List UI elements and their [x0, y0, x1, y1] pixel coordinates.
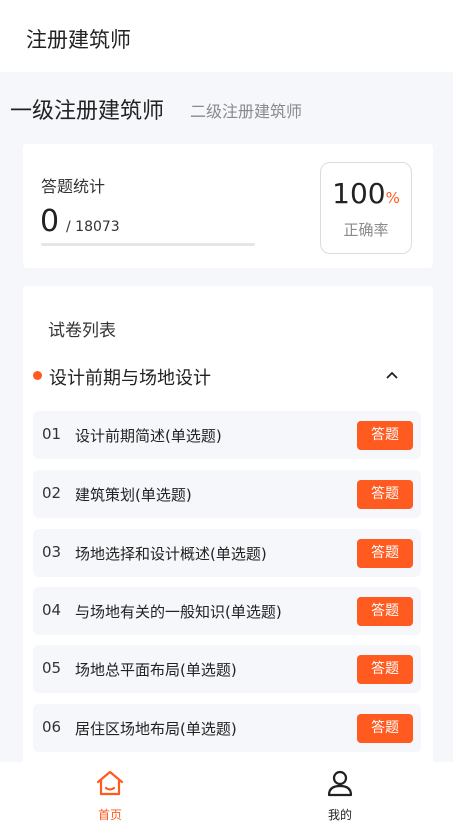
paper-number: 06: [42, 718, 62, 736]
paper-number: 03: [42, 543, 62, 561]
paper-number: 05: [42, 659, 62, 677]
paper-name: 场地总平面布局(单选题): [75, 661, 237, 679]
level-tabs: 一级注册建筑师 二级注册建筑师: [0, 84, 453, 134]
accuracy-number: 100: [332, 177, 386, 210]
paper-number: 02: [42, 484, 62, 502]
paper-number: 04: [42, 601, 62, 619]
paper-item[interactable]: 02 建筑策划(单选题) 答题: [33, 470, 421, 518]
section-header[interactable]: 设计前期与场地设计: [23, 358, 433, 394]
answer-button[interactable]: 答题: [357, 714, 413, 743]
answer-button[interactable]: 答题: [357, 539, 413, 568]
app-frame: 注册建筑师 一级注册建筑师 二级注册建筑师 答题统计 0 / 18073 100…: [0, 0, 453, 826]
paper-item[interactable]: 01 设计前期简述(单选题) 答题: [33, 411, 421, 459]
accuracy-box: 100% 正确率: [320, 162, 412, 254]
stats-card: 答题统计 0 / 18073 100% 正确率: [23, 144, 433, 268]
tab-level-1[interactable]: 一级注册建筑师: [10, 93, 164, 125]
section-dot: [33, 371, 42, 380]
answer-button[interactable]: 答题: [357, 480, 413, 509]
nav-home[interactable]: 首页: [70, 768, 150, 824]
stats-label: 答题统计: [41, 177, 106, 196]
nav-home-label: 首页: [97, 808, 122, 822]
home-icon: [96, 770, 124, 796]
paper-list-card: 试卷列表 设计前期与场地设计 01 设计前期简述(单选题) 答题 02 建筑策划…: [23, 286, 433, 766]
bottom-nav: 首页 我的: [0, 762, 453, 826]
app-bar: 注册建筑师: [0, 0, 453, 72]
answer-button[interactable]: 答题: [357, 421, 413, 450]
paper-name: 场地选择和设计概述(单选题): [75, 545, 267, 563]
paper-list-title: 试卷列表: [48, 321, 116, 341]
nav-mine[interactable]: 我的: [300, 768, 380, 824]
page-title: 注册建筑师: [26, 28, 131, 52]
nav-mine-label: 我的: [327, 808, 352, 822]
paper-number: 01: [42, 425, 62, 443]
paper-item[interactable]: 06 居住区场地布局(单选题) 答题: [33, 704, 421, 752]
section-name: 设计前期与场地设计: [49, 368, 211, 389]
user-icon: [327, 770, 353, 797]
answer-button[interactable]: 答题: [357, 655, 413, 684]
paper-item[interactable]: 03 场地选择和设计概述(单选题) 答题: [33, 529, 421, 577]
paper-name: 设计前期简述(单选题): [75, 427, 222, 445]
answer-button[interactable]: 答题: [357, 597, 413, 626]
paper-name: 建筑策划(单选题): [75, 486, 192, 504]
accuracy-value: 100%: [321, 177, 411, 210]
paper-item[interactable]: 05 场地总平面布局(单选题) 答题: [33, 645, 421, 693]
tab-level-2[interactable]: 二级注册建筑师: [190, 98, 302, 122]
accuracy-label: 正确率: [343, 221, 389, 239]
answered-count: 0: [40, 204, 60, 239]
total-count: / 18073: [66, 219, 120, 235]
paper-name: 与场地有关的一般知识(单选题): [75, 603, 282, 621]
progress-bar: [41, 243, 255, 246]
paper-name: 居住区场地布局(单选题): [75, 720, 237, 738]
paper-item[interactable]: 04 与场地有关的一般知识(单选题) 答题: [33, 587, 421, 635]
accuracy-unit: %: [385, 189, 400, 207]
chevron-up-icon[interactable]: [383, 366, 401, 384]
